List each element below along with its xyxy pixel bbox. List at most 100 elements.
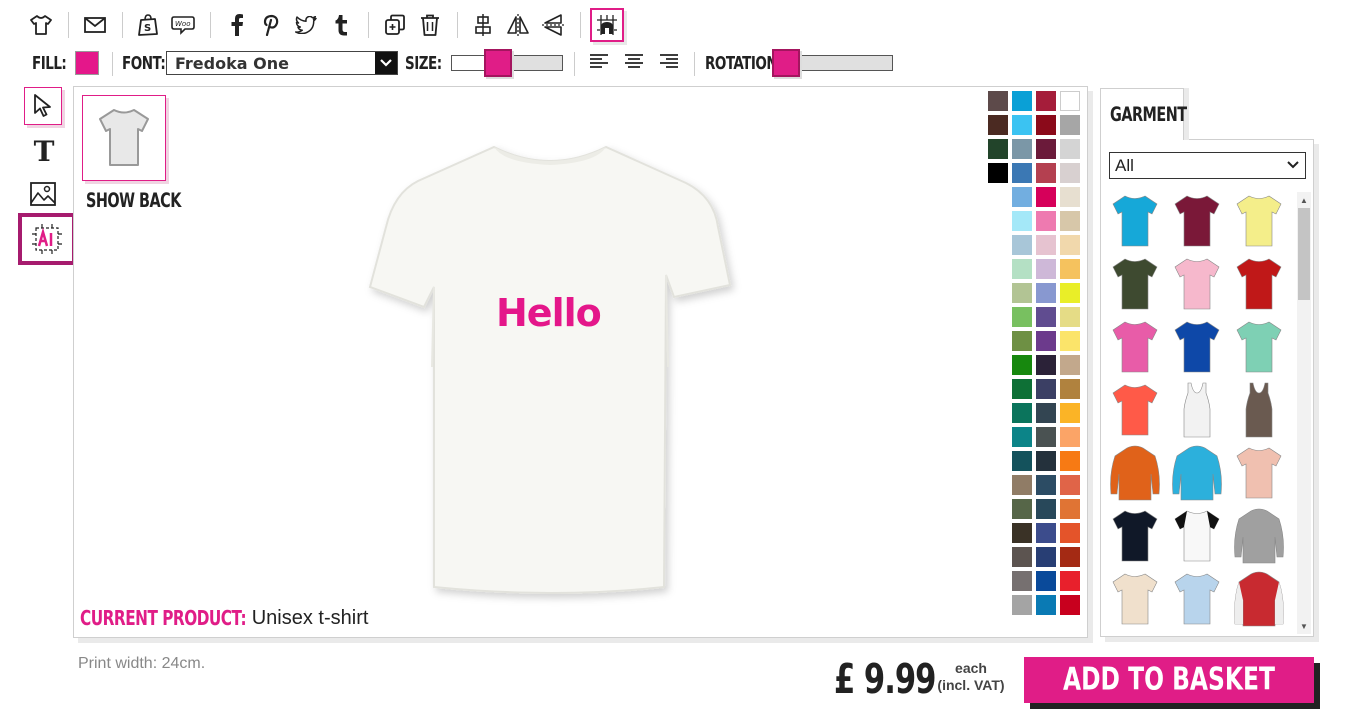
garment-scrollbar[interactable]: ▲ ▼	[1297, 192, 1311, 634]
color-swatch[interactable]	[1012, 499, 1032, 519]
trash-icon[interactable]	[415, 10, 445, 40]
color-swatch[interactable]	[1060, 595, 1080, 615]
align-center-icon[interactable]	[468, 10, 498, 40]
color-swatch[interactable]	[1012, 91, 1032, 111]
garment-item-hoodie[interactable]	[1109, 444, 1165, 504]
color-swatch[interactable]	[1012, 283, 1032, 303]
color-swatch[interactable]	[1012, 547, 1032, 567]
garment-item-tshirt[interactable]	[1171, 318, 1227, 378]
color-swatch[interactable]	[1012, 211, 1032, 231]
garment-item-raglan[interactable]	[1171, 507, 1227, 567]
color-swatch[interactable]	[1060, 379, 1080, 399]
pinterest-icon[interactable]	[256, 10, 286, 40]
color-swatch[interactable]	[1012, 523, 1032, 543]
garment-item-tshirt[interactable]	[1109, 570, 1165, 630]
twitter-icon[interactable]	[291, 10, 321, 40]
envelope-icon[interactable]	[80, 10, 110, 40]
color-swatch[interactable]	[1036, 403, 1056, 423]
garment-item-hoodie[interactable]	[1233, 507, 1289, 567]
garment-item-tshirt[interactable]	[1233, 192, 1289, 252]
color-swatch[interactable]	[1060, 403, 1080, 423]
color-swatch[interactable]	[1036, 283, 1056, 303]
color-swatch[interactable]	[1060, 91, 1080, 111]
garment-item-tshirt[interactable]	[1109, 318, 1165, 378]
color-swatch[interactable]	[1036, 427, 1056, 447]
color-swatch[interactable]	[1036, 115, 1056, 135]
flip-vertical-icon[interactable]	[538, 10, 568, 40]
garment-item-tshirt[interactable]	[1171, 255, 1227, 315]
ai-tool-button[interactable]	[18, 213, 76, 265]
woo-icon[interactable]: Woo	[168, 10, 198, 40]
color-swatch[interactable]	[1060, 499, 1080, 519]
color-swatch[interactable]	[1012, 427, 1032, 447]
color-swatch[interactable]	[1036, 379, 1056, 399]
color-swatch[interactable]	[1012, 235, 1032, 255]
align-right-icon[interactable]	[660, 54, 678, 75]
color-swatch[interactable]	[1060, 547, 1080, 567]
garment-item-jacket[interactable]	[1233, 570, 1289, 630]
color-swatch[interactable]	[1036, 187, 1056, 207]
duplicate-icon[interactable]	[380, 10, 410, 40]
color-swatch[interactable]	[1036, 139, 1056, 159]
color-swatch[interactable]	[1036, 547, 1056, 567]
color-swatch[interactable]	[1060, 115, 1080, 135]
design-text-hello[interactable]: Hello	[496, 291, 602, 335]
color-swatch[interactable]	[1012, 163, 1032, 183]
color-swatch[interactable]	[1036, 571, 1056, 591]
garment-item-hoodie[interactable]	[1171, 444, 1227, 504]
color-swatch[interactable]	[1060, 475, 1080, 495]
tumblr-icon[interactable]	[326, 10, 356, 40]
show-back-label[interactable]: SHOW BACK	[86, 189, 181, 212]
color-swatch[interactable]	[1012, 187, 1032, 207]
color-swatch[interactable]	[1060, 451, 1080, 471]
align-center-text-icon[interactable]	[625, 54, 643, 75]
garment-item-tshirt[interactable]	[1109, 507, 1165, 567]
color-swatch[interactable]	[1060, 523, 1080, 543]
color-swatch[interactable]	[1060, 187, 1080, 207]
color-swatch[interactable]	[1012, 451, 1032, 471]
color-swatch[interactable]	[1036, 595, 1056, 615]
color-swatch[interactable]	[1060, 427, 1080, 447]
color-swatch[interactable]	[1012, 475, 1032, 495]
flip-horizontal-icon[interactable]	[503, 10, 533, 40]
color-swatch[interactable]	[1036, 451, 1056, 471]
tshirt-icon[interactable]	[26, 10, 56, 40]
color-swatch[interactable]	[1036, 307, 1056, 327]
garment-item-tshirt[interactable]	[1233, 444, 1289, 504]
garment-item-tshirt[interactable]	[1233, 255, 1289, 315]
color-swatch[interactable]	[1036, 355, 1056, 375]
color-swatch[interactable]	[988, 91, 1008, 111]
color-swatch[interactable]	[1036, 259, 1056, 279]
garment-item-tshirt[interactable]	[1171, 570, 1227, 630]
color-swatch[interactable]	[1036, 499, 1056, 519]
color-swatch[interactable]	[988, 139, 1008, 159]
color-swatch[interactable]	[1036, 163, 1056, 183]
color-swatch[interactable]	[1012, 403, 1032, 423]
garment-item-tshirt[interactable]	[1109, 381, 1165, 441]
color-swatch[interactable]	[1012, 115, 1032, 135]
color-swatch[interactable]	[1012, 379, 1032, 399]
color-swatch[interactable]	[1060, 355, 1080, 375]
design-canvas[interactable]: SHOW BACK Hello CURRENT PRODUCT: Unisex …	[73, 86, 1088, 638]
garment-item-tshirt[interactable]	[1233, 318, 1289, 378]
color-swatch[interactable]	[1060, 571, 1080, 591]
color-swatch[interactable]	[1012, 139, 1032, 159]
color-swatch[interactable]	[1012, 355, 1032, 375]
align-left-icon[interactable]	[590, 54, 608, 75]
color-swatch[interactable]	[1012, 259, 1032, 279]
select-tool-button[interactable]	[24, 87, 62, 125]
color-swatch[interactable]	[1060, 283, 1080, 303]
rotation-slider-handle[interactable]	[772, 49, 800, 77]
color-swatch[interactable]	[1060, 163, 1080, 183]
image-tool-button[interactable]	[30, 182, 56, 211]
grid-snap-icon[interactable]	[590, 8, 624, 42]
garment-item-tank[interactable]	[1233, 381, 1289, 441]
color-swatch[interactable]	[1036, 523, 1056, 543]
color-swatch[interactable]	[1012, 307, 1032, 327]
size-slider-handle[interactable]	[484, 49, 512, 77]
shopify-icon[interactable]: S	[133, 10, 163, 40]
color-swatch[interactable]	[1060, 139, 1080, 159]
garment-item-tank[interactable]	[1171, 381, 1227, 441]
fill-color-swatch[interactable]	[75, 51, 99, 75]
tab-garment[interactable]: GARMENT	[1100, 88, 1187, 140]
